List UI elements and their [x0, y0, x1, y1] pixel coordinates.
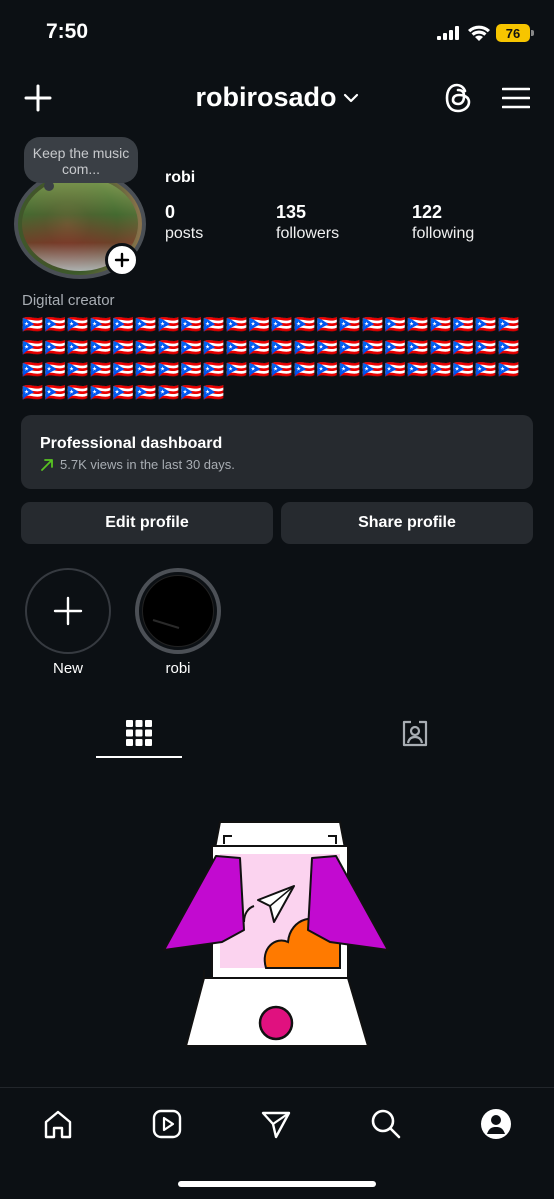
home-icon — [44, 1110, 72, 1139]
tab-tagged[interactable] — [372, 708, 458, 758]
highlight-cover — [142, 575, 214, 647]
nav-reels[interactable] — [147, 1104, 187, 1144]
followers-count: 135 — [276, 202, 307, 222]
trend-up-icon — [41, 458, 53, 471]
nav-messages[interactable] — [256, 1104, 296, 1144]
reels-icon — [152, 1109, 182, 1139]
posts-count: 0 — [165, 202, 176, 222]
highlight-label: robi — [165, 660, 191, 677]
add-story-button[interactable] — [105, 243, 139, 277]
home-indicator[interactable] — [178, 1181, 376, 1187]
camera-illustration — [163, 821, 389, 1047]
battery-level: 76 — [505, 25, 521, 41]
posts-label: posts — [165, 225, 204, 242]
status-bar: 7:50 76 — [0, 0, 554, 66]
search-icon — [371, 1109, 401, 1139]
threads-icon — [445, 83, 471, 113]
grid-icon — [126, 720, 152, 746]
following-label: following — [412, 225, 475, 242]
share-profile-label: Share profile — [358, 514, 456, 531]
following-count: 122 — [412, 202, 443, 222]
wifi-icon — [468, 25, 490, 41]
cellular-signal-icon — [437, 26, 459, 40]
profile-bio: 🇵🇷🇵🇷🇵🇷🇵🇷🇵🇷🇵🇷🇵🇷🇵🇷🇵🇷🇵🇷🇵🇷🇵🇷🇵🇷🇵🇷🇵🇷🇵🇷🇵🇷🇵🇷🇵🇷🇵🇷… — [22, 315, 521, 402]
nav-profile[interactable] — [476, 1104, 516, 1144]
dashboard-title: Professional dashboard — [40, 435, 223, 452]
chevron-down-icon — [343, 93, 358, 102]
edit-profile-label: Edit profile — [105, 514, 189, 531]
username: robirosado — [195, 82, 337, 112]
edit-profile-button[interactable]: Edit profile — [21, 502, 273, 544]
followers-label: followers — [276, 225, 340, 242]
professional-dashboard-card[interactable]: Professional dashboard 5.7K views in the… — [21, 415, 533, 489]
send-icon — [261, 1111, 291, 1139]
tagged-icon — [402, 720, 428, 747]
status-time: 7:50 — [46, 20, 89, 43]
highlight-robi[interactable]: robi — [134, 568, 222, 677]
nav-home[interactable] — [38, 1104, 78, 1144]
posts-stat[interactable]: 0 posts — [165, 202, 203, 243]
note-text: Keep the music com... — [32, 145, 130, 177]
hamburger-menu-icon — [502, 87, 530, 109]
display-name: robi — [165, 169, 196, 186]
following-stat[interactable]: 122 following — [412, 202, 474, 243]
highlight-robi-circle — [135, 568, 221, 654]
battery-indicator: 76 — [496, 24, 534, 42]
followers-stat[interactable]: 135 followers — [276, 202, 339, 243]
highlight-label: New — [52, 660, 83, 677]
highlight-new-circle — [25, 568, 111, 654]
threads-button[interactable] — [440, 80, 476, 116]
tab-active-indicator — [96, 756, 182, 758]
profile-icon — [481, 1109, 511, 1139]
plus-icon — [114, 252, 130, 268]
nav-search[interactable] — [366, 1104, 406, 1144]
profile-category: Digital creator — [22, 292, 115, 309]
highlight-cover-mark — [152, 619, 180, 629]
tab-grid[interactable] — [96, 708, 182, 758]
highlight-new[interactable]: New — [24, 568, 112, 677]
dashboard-subtitle: 5.7K views in the last 30 days. — [60, 457, 235, 472]
note-bubble[interactable]: Keep the music com... — [24, 137, 138, 191]
share-profile-button[interactable]: Share profile — [281, 502, 533, 544]
menu-button[interactable] — [499, 82, 533, 114]
plus-icon — [53, 596, 83, 626]
